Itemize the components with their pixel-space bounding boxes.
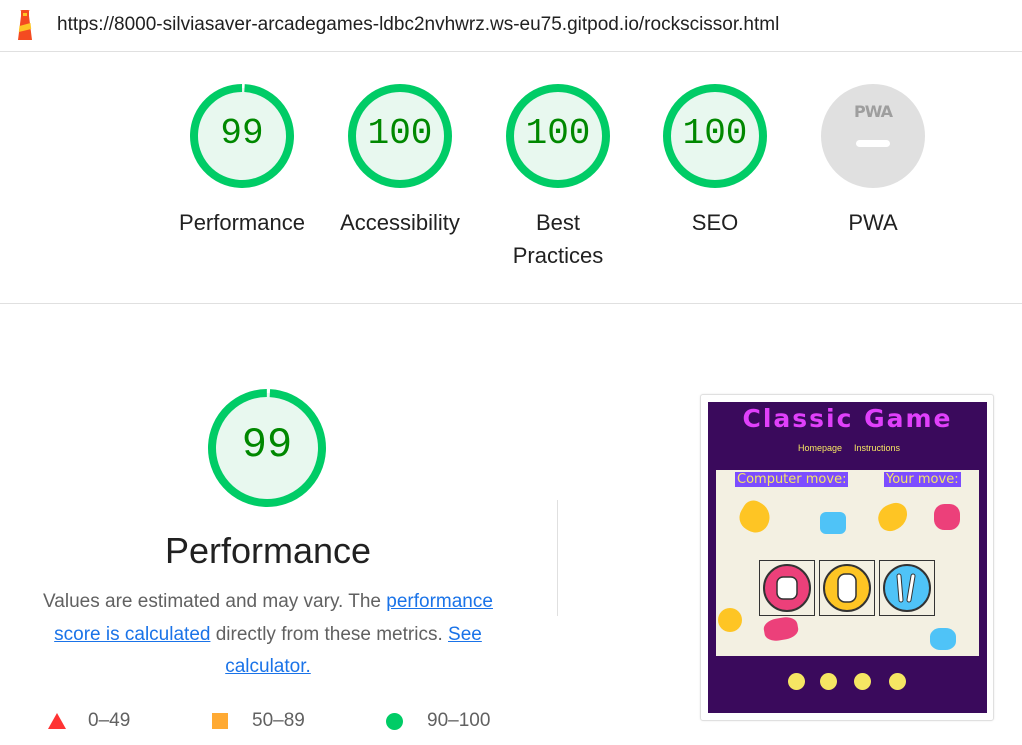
screenshot-image: Classic Game Homepage Instructions Compu… [708, 402, 987, 713]
hand-deco [718, 608, 742, 632]
gauge-ring: 99 [190, 84, 294, 188]
gauge-seo[interactable]: 100 SEO [635, 84, 795, 239]
instagram-icon [820, 673, 837, 690]
hand-deco [820, 512, 846, 534]
gauge-label-line1: Best [535, 210, 581, 235]
legend-range: 50–89 [252, 710, 305, 731]
report-url[interactable]: https://8000-silviasaver-arcadegames-ldb… [57, 14, 779, 36]
pwa-badge-icon: PWA [821, 84, 925, 188]
legend-pass: 90–100 [386, 710, 490, 732]
gauge-label: PWA [848, 210, 898, 235]
triangle-icon [48, 713, 66, 729]
gauge-performance[interactable]: 99 Performance [162, 84, 322, 239]
paper-icon [823, 564, 871, 612]
score-legend: 0–49 50–89 90–100 [0, 710, 540, 740]
gauge-pwa[interactable]: PWA PWA [793, 84, 953, 239]
scissors-button [879, 560, 935, 616]
report-header: https://8000-silviasaver-arcadegames-ldb… [0, 0, 1022, 52]
performance-score: 99 [241, 421, 293, 469]
score-gauges: 99 Performance 100 Accessibility 100 Bes… [0, 52, 1022, 304]
nav-homepage: Homepage [798, 443, 843, 453]
final-screenshot[interactable]: Classic Game Homepage Instructions Compu… [700, 394, 994, 721]
legend-fail: 0–49 [48, 710, 130, 732]
performance-title: Performance [164, 530, 372, 571]
scissors-icon [883, 564, 931, 612]
gauge-best-practices[interactable]: 100 Best Practices [478, 84, 638, 272]
your-move-label: Your move: [884, 472, 961, 487]
gauge-label: Best Practices [478, 206, 638, 272]
gauge-score: 100 [525, 113, 591, 154]
nav-instructions: Instructions [854, 443, 901, 453]
computer-move-label: Computer move: [735, 472, 849, 487]
gauge-ring: 100 [663, 84, 767, 188]
youtube-icon [854, 673, 871, 690]
lighthouse-icon [18, 10, 32, 40]
game-footer [708, 658, 987, 713]
gauge-accessibility[interactable]: 100 Accessibility [320, 84, 480, 239]
pwa-badge-text: PWA [853, 102, 893, 121]
gauge-label-line2: Practices [512, 243, 604, 268]
rock-button [759, 560, 815, 616]
desc-text: Values are estimated and may vary. The [43, 591, 387, 612]
legend-range: 90–100 [427, 710, 491, 731]
facebook-icon [788, 673, 805, 690]
gauge-score: 99 [220, 113, 264, 154]
performance-section: 99 Performance Values are estimated and … [0, 304, 1022, 745]
gauge-label: Performance [179, 210, 305, 235]
paper-button [819, 560, 875, 616]
reddit-icon [889, 673, 906, 690]
gauge-label: SEO [691, 210, 739, 235]
gauge-score: 100 [367, 113, 433, 154]
hand-deco [930, 628, 956, 650]
gauge-score: 100 [682, 113, 748, 154]
gauge-ring: 100 [348, 84, 452, 188]
gauge-ring: 100 [506, 84, 610, 188]
section-divider [557, 500, 558, 616]
performance-description: Values are estimated and may vary. The p… [28, 586, 508, 684]
circle-icon [386, 712, 403, 730]
legend-average: 50–89 [212, 710, 305, 732]
gauge-label: Accessibility [340, 210, 460, 235]
game-title: Classic Game [742, 404, 953, 433]
desc-text: directly from these metrics. [210, 623, 449, 645]
hand-deco [934, 504, 960, 530]
rock-icon [763, 564, 811, 612]
dash-icon [856, 140, 890, 147]
legend-range: 0–49 [88, 710, 131, 731]
performance-gauge: 99 [207, 388, 327, 508]
square-icon [212, 713, 228, 729]
